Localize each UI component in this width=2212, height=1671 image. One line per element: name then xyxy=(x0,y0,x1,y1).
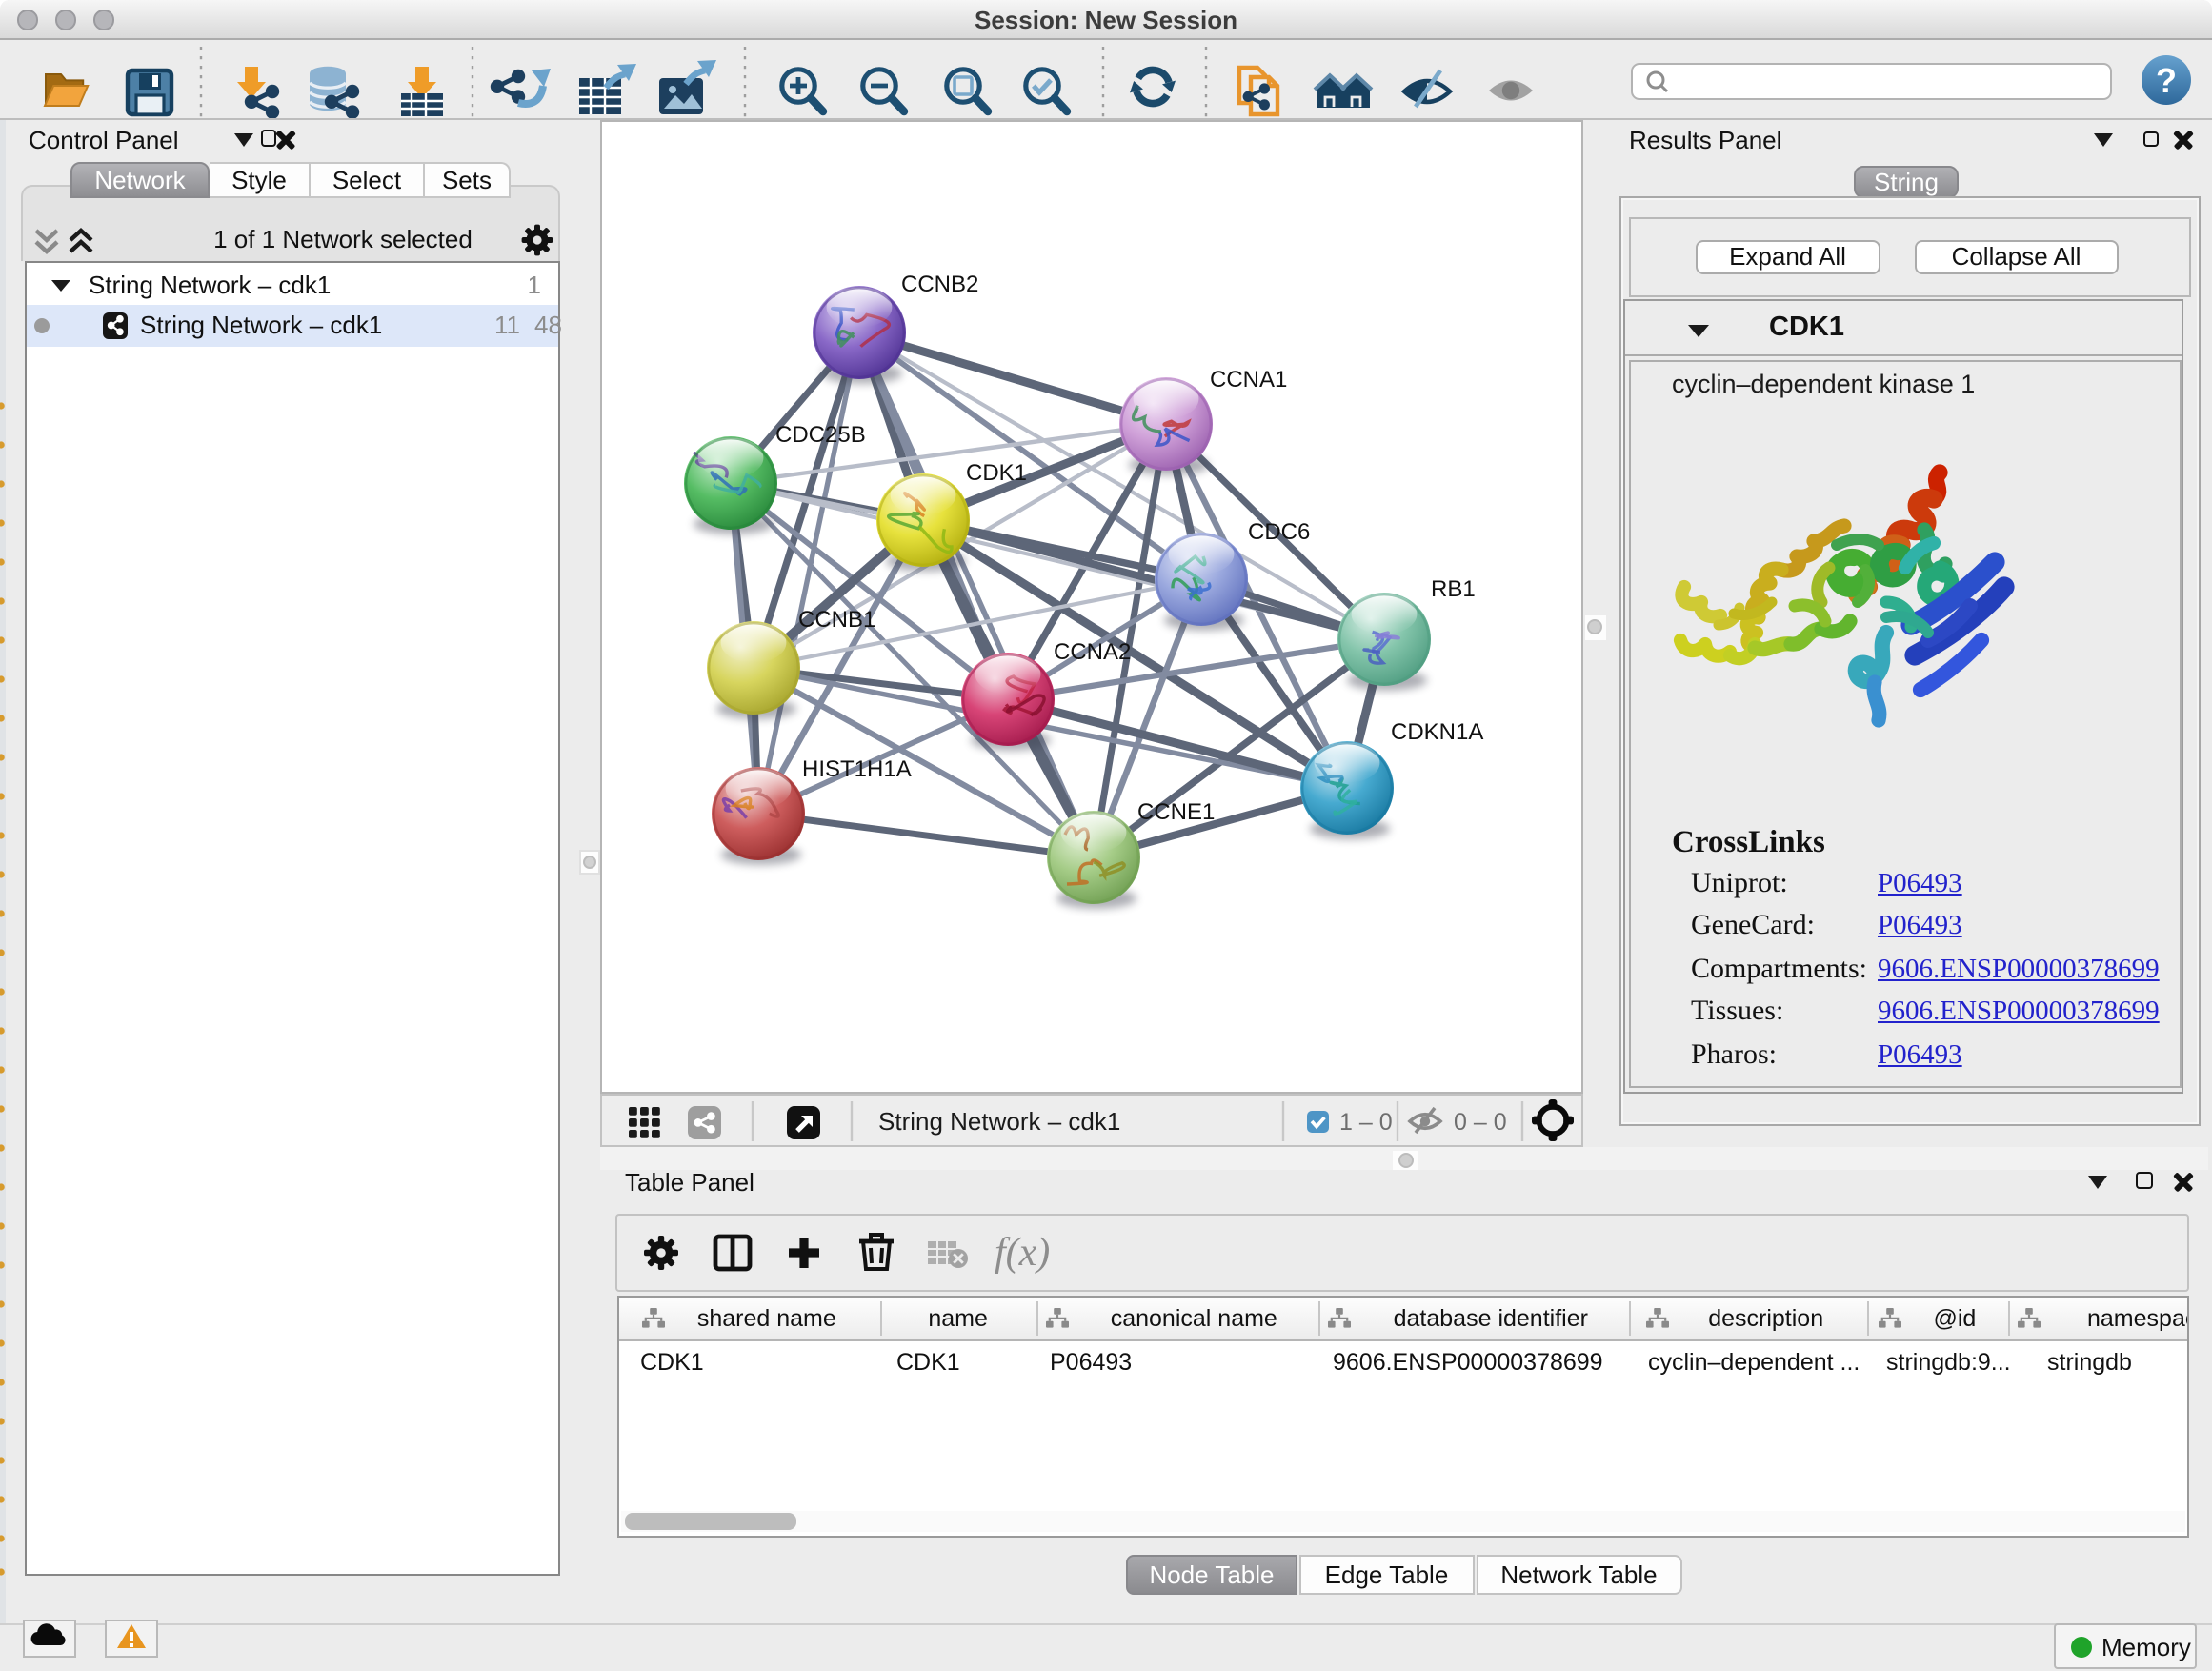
svg-text:CDKN1A: CDKN1A xyxy=(1390,719,1482,745)
svg-text:?: ? xyxy=(2156,60,2177,99)
svg-text:String Network – cdk1: String Network – cdk1 xyxy=(877,1106,1119,1135)
svg-text:0 – 0: 0 – 0 xyxy=(1453,1108,1506,1135)
svg-text:CCNA2: CCNA2 xyxy=(1053,639,1130,665)
svg-text:RB1: RB1 xyxy=(1430,576,1475,602)
svg-text:CCNE1: CCNE1 xyxy=(1136,799,1214,825)
svg-text:1 – 0: 1 – 0 xyxy=(1338,1108,1392,1135)
svg-text:HIST1H1A: HIST1H1A xyxy=(801,756,911,782)
svg-text:CCNA1: CCNA1 xyxy=(1209,367,1286,393)
svg-text:f(x): f(x) xyxy=(994,1231,1049,1275)
svg-text:CDC25B: CDC25B xyxy=(774,422,865,448)
svg-text:CDC6: CDC6 xyxy=(1247,519,1309,545)
svg-text:CCNB1: CCNB1 xyxy=(797,607,875,633)
svg-text:CCNB2: CCNB2 xyxy=(900,272,977,297)
svg-text:CDK1: CDK1 xyxy=(965,460,1026,486)
